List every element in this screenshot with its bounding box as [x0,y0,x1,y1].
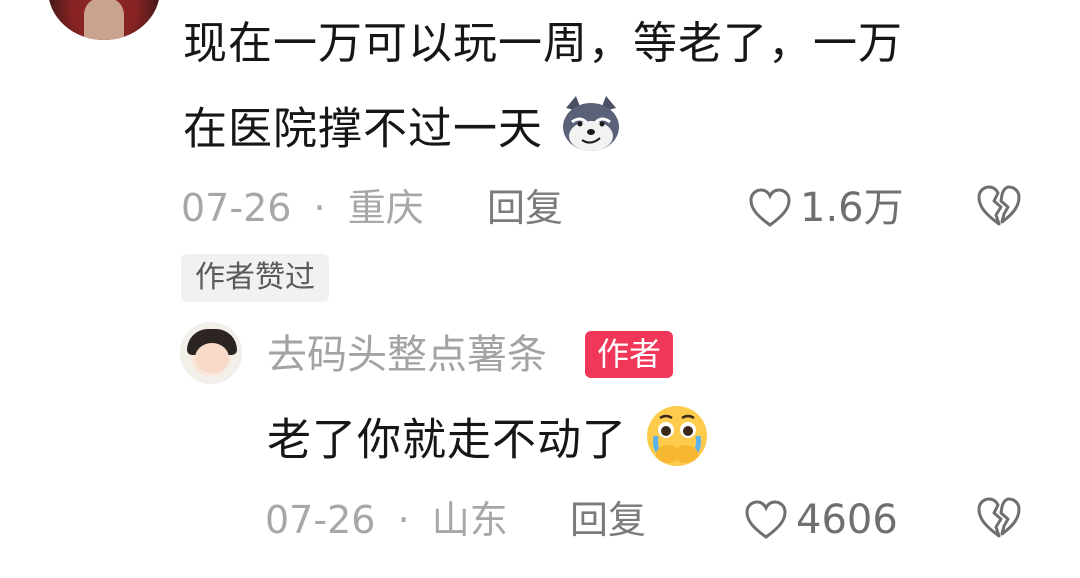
reply-username[interactable]: 去码头整点薯条 [267,331,547,379]
reply-reply-button[interactable]: 回复 [570,498,646,542]
comment-text-line2: 在医院撑不过一天 [183,103,543,155]
comment-meta: 07-26 · 重庆 [181,186,424,230]
reply-date: 07-26 [265,498,376,542]
pleading-crying-emoji-icon [642,402,712,483]
reply-like-count: 4606 [796,497,898,543]
comment-text: 现在一万可以玩一周，等老了，一万 [183,14,1063,73]
comment-text-line2-wrap: 在医院撑不过一天 [183,94,1063,169]
reply-location: 山东 [431,498,508,542]
commenter-avatar[interactable] [48,0,160,40]
broken-heart-icon[interactable] [975,184,1023,232]
reply-text: 老了你就走不动了 [267,414,627,466]
dog-smirk-emoji-icon [558,94,624,169]
reply-like-button[interactable]: 4606 [744,498,898,542]
heart-icon [749,188,791,227]
reply-meta: 07-26 · 山东 [265,498,508,542]
comment-like-count: 1.6万 [800,185,904,231]
author-liked-badge: 作者赞过 [181,254,329,302]
comment-reply-button[interactable]: 回复 [487,186,563,230]
comment-date: 07-26 [181,186,292,230]
author-tag: 作者 [585,331,674,378]
comment-text-line1: 现在一万可以玩一周，等老了，一万 [183,18,903,69]
reply-text-wrap: 老了你就走不动了 [267,402,712,483]
meta-separator: · [397,498,410,542]
comment-location: 重庆 [347,186,424,230]
comment-like-button[interactable]: 1.6万 [748,186,904,230]
broken-heart-icon[interactable] [975,496,1023,544]
heart-icon [745,500,787,539]
meta-separator: · [313,186,326,230]
reply-avatar[interactable] [180,322,242,384]
